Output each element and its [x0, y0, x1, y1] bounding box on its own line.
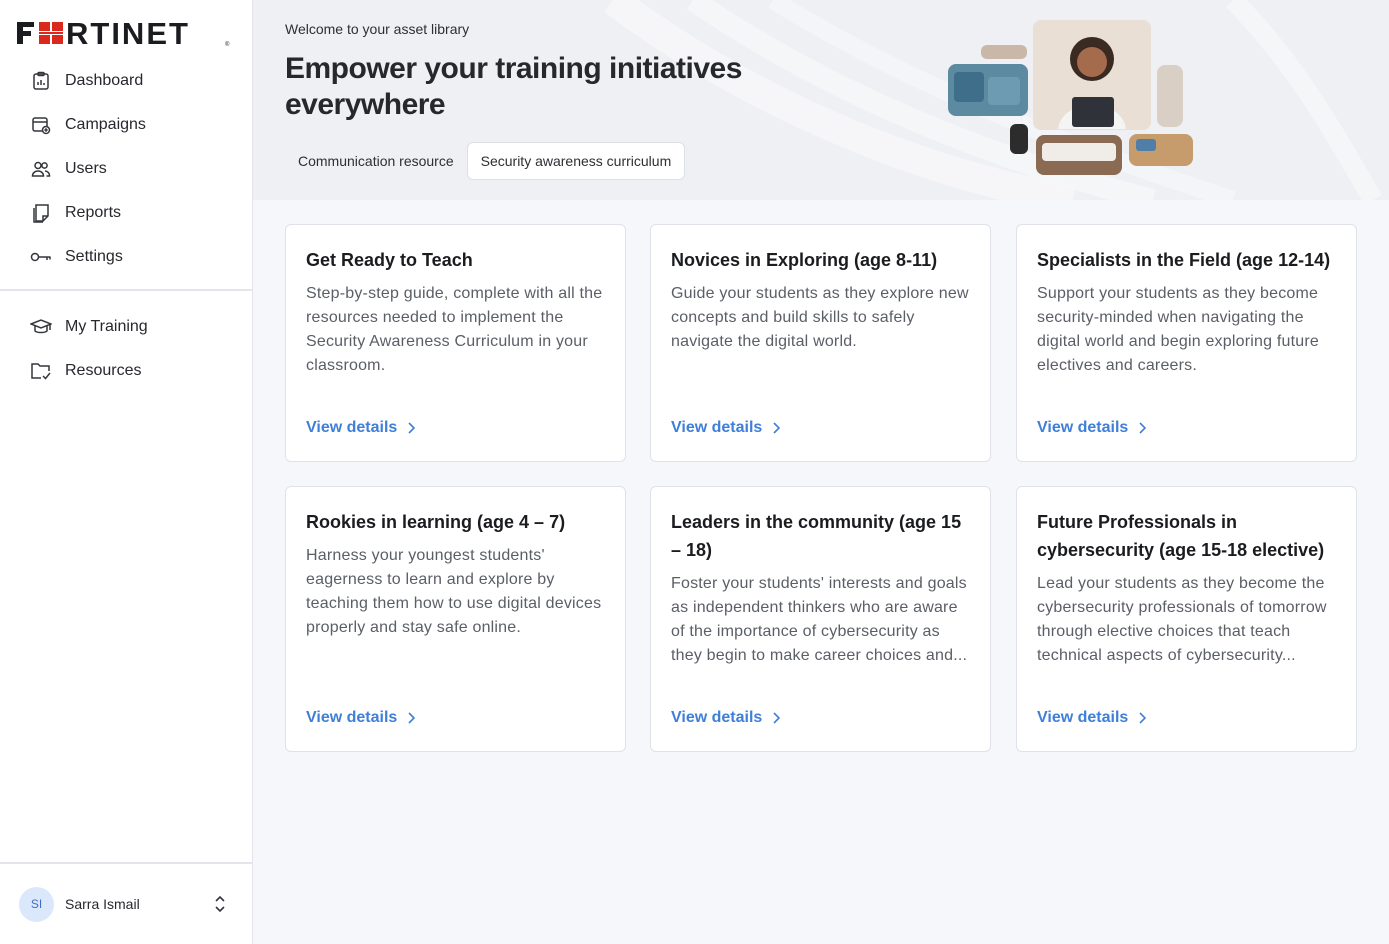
sidebar-item-settings[interactable]: Settings — [0, 235, 252, 279]
welcome-text: Welcome to your asset library — [285, 21, 470, 37]
sidebar-item-label: Users — [65, 160, 107, 177]
chevron-up-down-icon[interactable] — [210, 894, 230, 914]
chevron-right-icon — [1138, 421, 1150, 435]
view-details-link[interactable]: View details — [671, 419, 784, 437]
card-title: Future Professionals in cybersecurity (a… — [1037, 512, 1325, 560]
sidebar-item-label: My Training — [65, 318, 148, 335]
chevron-right-icon — [407, 421, 419, 435]
svg-text:RTINET: RTINET — [66, 19, 190, 47]
view-details-link[interactable]: View details — [306, 709, 419, 727]
card-description: Harness your youngest students' eagernes… — [306, 547, 602, 636]
sidebar-item-label: Resources — [65, 362, 142, 379]
sidebar-divider — [0, 289, 252, 291]
svg-text:®: ® — [225, 41, 230, 47]
view-details-label: View details — [306, 419, 398, 436]
sidebar-item-resources[interactable]: Resources — [0, 349, 252, 393]
user-menu[interactable]: SI Sarra Ismail — [0, 884, 252, 924]
sidebar-item-label: Campaigns — [65, 116, 146, 133]
card-description: Lead your students as they become the cy… — [1037, 575, 1327, 664]
sidebar: RTINET ® Dashboard Campaigns Users Repor… — [0, 0, 253, 944]
chevron-right-icon — [772, 711, 784, 725]
users-icon — [30, 158, 52, 180]
calendar-add-icon — [30, 114, 52, 136]
hero-photo-collage — [948, 20, 1193, 175]
card-description: Foster your students' interests and goal… — [671, 575, 968, 664]
sidebar-item-label: Settings — [65, 248, 123, 265]
sidebar-item-label: Dashboard — [65, 72, 144, 89]
curriculum-card: Future Professionals in cybersecurity (a… — [1016, 486, 1357, 752]
chevron-right-icon — [772, 421, 784, 435]
view-details-link[interactable]: View details — [1037, 419, 1150, 437]
card-title: Novices in Exploring (age 8-11) — [671, 250, 938, 270]
view-details-link[interactable]: View details — [1037, 709, 1150, 727]
view-details-label: View details — [671, 419, 763, 436]
card-description: Support your students as they become sec… — [1037, 285, 1319, 374]
sidebar-item-dashboard[interactable]: Dashboard — [0, 59, 252, 103]
view-details-label: View details — [1037, 709, 1129, 726]
user-name: Sarra Ismail — [65, 896, 140, 912]
curriculum-card: Get Ready to Teach Step-by-step guide, c… — [285, 224, 626, 462]
sidebar-item-users[interactable]: Users — [0, 147, 252, 191]
curriculum-card: Leaders in the community (age 15 – 18) F… — [650, 486, 991, 752]
card-title: Specialists in the Field (age 12-14) — [1037, 250, 1331, 270]
view-details-label: View details — [1037, 419, 1129, 436]
sidebar-item-label: Reports — [65, 204, 122, 221]
folder-check-icon — [30, 360, 52, 382]
card-description: Guide your students as they explore new … — [671, 285, 969, 350]
card-title: Get Ready to Teach — [306, 250, 473, 270]
tab-security-awareness-curriculum[interactable]: Security awareness curriculum — [466, 142, 686, 180]
view-details-link[interactable]: View details — [671, 709, 784, 727]
chevron-right-icon — [1138, 711, 1150, 725]
sidebar-item-my-training[interactable]: My Training — [0, 305, 252, 349]
hero-banner: Welcome to your asset library Empower yo… — [253, 0, 1389, 200]
view-details-label: View details — [306, 709, 398, 726]
chevron-right-icon — [407, 711, 419, 725]
documents-icon — [30, 202, 52, 224]
sidebar-bottom-divider — [0, 862, 252, 864]
view-details-link[interactable]: View details — [306, 419, 419, 437]
page-title: Empower your training initiatives everyw… — [285, 52, 742, 121]
card-title: Leaders in the community (age 15 – 18) — [671, 512, 962, 560]
sidebar-item-campaigns[interactable]: Campaigns — [0, 103, 252, 147]
fortinet-logo[interactable]: RTINET ® — [17, 16, 233, 52]
curriculum-card: Specialists in the Field (age 12-14) Sup… — [1016, 224, 1357, 462]
primary-nav: Dashboard Campaigns Users Reports Settin… — [0, 59, 252, 279]
resource-tabs: Communication resource Security awarenes… — [285, 142, 686, 180]
card-title: Rookies in learning (age 4 – 7) — [306, 512, 566, 532]
clipboard-chart-icon — [30, 70, 52, 92]
sidebar-item-reports[interactable]: Reports — [0, 191, 252, 235]
graduation-cap-icon — [30, 316, 52, 338]
card-description: Step-by-step guide, complete with all th… — [306, 285, 603, 374]
curriculum-card: Rookies in learning (age 4 – 7) Harness … — [285, 486, 626, 752]
curriculum-card: Novices in Exploring (age 8-11) Guide yo… — [650, 224, 991, 462]
key-icon — [30, 246, 52, 268]
secondary-nav: My Training Resources — [0, 305, 252, 393]
tab-communication-resource[interactable]: Communication resource — [285, 142, 467, 180]
avatar: SI — [19, 886, 54, 922]
view-details-label: View details — [671, 709, 763, 726]
